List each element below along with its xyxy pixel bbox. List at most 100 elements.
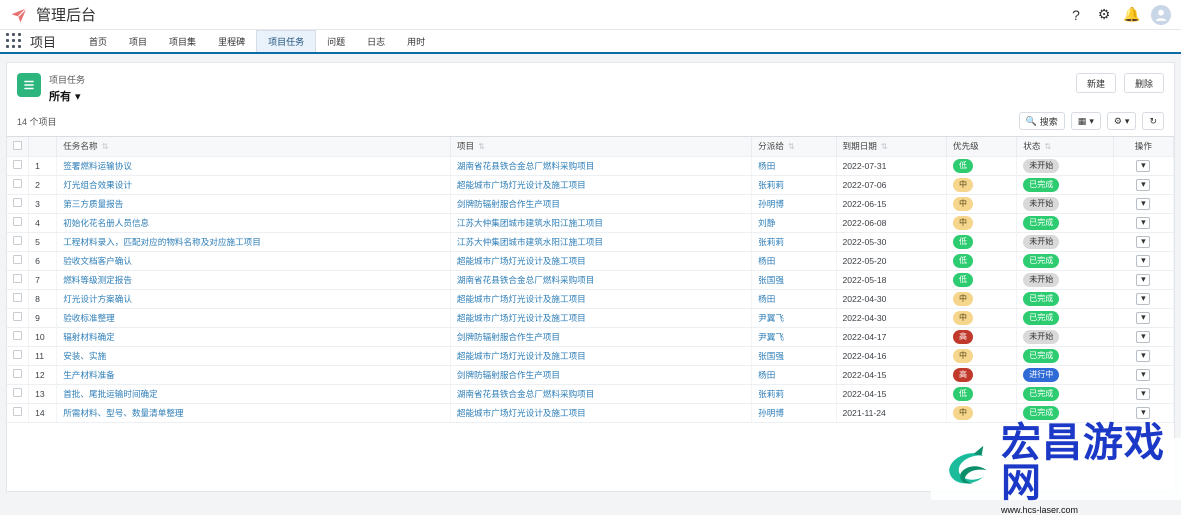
- table-row[interactable]: 13 首批、尾批运输时间确定 湖南省花县铁合金总厂燃料采购项目 张莉莉 2022…: [7, 384, 1174, 403]
- columns-button[interactable]: ▦ ▾: [1071, 112, 1101, 130]
- tab-issues[interactable]: 问题: [316, 30, 356, 52]
- project-link[interactable]: 湖南省花县铁合金总厂燃料采购项目: [457, 389, 595, 399]
- assignee-link[interactable]: 张莉莉: [758, 389, 784, 399]
- assignee-link[interactable]: 刘静: [758, 218, 775, 228]
- project-link[interactable]: 超能城市广场灯光设计及施工项目: [457, 294, 586, 304]
- row-checkbox[interactable]: [13, 331, 22, 340]
- row-checkbox[interactable]: [13, 407, 22, 416]
- task-link[interactable]: 燃料等级测定报告: [63, 275, 132, 285]
- help-icon[interactable]: ?: [1067, 6, 1085, 24]
- tab-milestones[interactable]: 里程碑: [207, 30, 256, 52]
- row-checkbox[interactable]: [13, 255, 22, 264]
- assignee-link[interactable]: 尹翼飞: [758, 332, 784, 342]
- task-link[interactable]: 初始化花名册人员信息: [63, 218, 149, 228]
- row-action-dropdown[interactable]: ▾: [1136, 369, 1150, 381]
- gear-icon[interactable]: ⚙: [1095, 6, 1113, 24]
- assignee-link[interactable]: 张国强: [758, 275, 784, 285]
- row-action-dropdown[interactable]: ▾: [1136, 274, 1150, 286]
- assignee-link[interactable]: 杨田: [758, 256, 775, 266]
- assignee-link[interactable]: 张莉莉: [758, 180, 784, 190]
- row-action-dropdown[interactable]: ▾: [1136, 236, 1150, 248]
- task-link[interactable]: 生产材料准备: [63, 370, 115, 380]
- assignee-link[interactable]: 杨田: [758, 161, 775, 171]
- tab-projects[interactable]: 项目: [118, 30, 158, 52]
- bell-icon[interactable]: 🔔: [1123, 6, 1141, 24]
- tab-time[interactable]: 用时: [396, 30, 436, 52]
- project-link[interactable]: 湖南省花县铁合金总厂燃料采购项目: [457, 161, 595, 171]
- row-checkbox[interactable]: [13, 160, 22, 169]
- project-link[interactable]: 湖南省花县铁合金总厂燃料采购项目: [457, 275, 595, 285]
- project-link[interactable]: 超能城市广场灯光设计及施工项目: [457, 256, 586, 266]
- refresh-button[interactable]: ↻: [1142, 112, 1164, 130]
- table-row[interactable]: 1 签署燃料运输协议 湖南省花县铁合金总厂燃料采购项目 杨田 2022-07-3…: [7, 156, 1174, 175]
- assignee-link[interactable]: 张国强: [758, 351, 784, 361]
- delete-button[interactable]: 删除: [1124, 73, 1164, 93]
- project-link[interactable]: 剑牌防辐射服合作生产项目: [457, 332, 560, 342]
- row-checkbox[interactable]: [13, 236, 22, 245]
- settings-button[interactable]: ⚙ ▾: [1107, 112, 1137, 130]
- table-row[interactable]: 9 验收标准整理 超能城市广场灯光设计及施工项目 尹翼飞 2022-04-30 …: [7, 308, 1174, 327]
- row-action-dropdown[interactable]: ▾: [1136, 293, 1150, 305]
- row-checkbox[interactable]: [13, 274, 22, 283]
- project-link[interactable]: 江苏大仲集团城市建筑水阳江施工项目: [457, 218, 603, 228]
- table-row[interactable]: 7 燃料等级测定报告 湖南省花县铁合金总厂燃料采购项目 张国强 2022-05-…: [7, 270, 1174, 289]
- project-link[interactable]: 超能城市广场灯光设计及施工项目: [457, 180, 586, 190]
- new-button[interactable]: 新建: [1076, 73, 1116, 93]
- row-checkbox[interactable]: [13, 179, 22, 188]
- table-row[interactable]: 3 第三方质量报告 剑牌防辐射服合作生产项目 孙明博 2022-06-15 中 …: [7, 194, 1174, 213]
- task-link[interactable]: 签署燃料运输协议: [63, 161, 132, 171]
- list-view-selector[interactable]: 所有 ▾: [49, 88, 85, 104]
- assignee-link[interactable]: 杨田: [758, 370, 775, 380]
- row-action-dropdown[interactable]: ▾: [1136, 407, 1150, 419]
- row-checkbox[interactable]: [13, 312, 22, 321]
- header-task-name[interactable]: 任务名称⇅: [57, 137, 451, 156]
- project-link[interactable]: 超能城市广场灯光设计及施工项目: [457, 408, 586, 418]
- row-action-dropdown[interactable]: ▾: [1136, 388, 1150, 400]
- task-link[interactable]: 验收文档客户确认: [63, 256, 132, 266]
- row-checkbox[interactable]: [13, 217, 22, 226]
- row-action-dropdown[interactable]: ▾: [1136, 160, 1150, 172]
- task-link[interactable]: 工程材料录入，匹配对应的物料名称及对应施工项目: [63, 237, 261, 247]
- avatar[interactable]: [1151, 5, 1171, 25]
- assignee-link[interactable]: 杨田: [758, 294, 775, 304]
- assignee-link[interactable]: 孙明博: [758, 199, 784, 209]
- table-row[interactable]: 10 辐射材料确定 剑牌防辐射服合作生产项目 尹翼飞 2022-04-17 高 …: [7, 327, 1174, 346]
- table-row[interactable]: 6 验收文档客户确认 超能城市广场灯光设计及施工项目 杨田 2022-05-20…: [7, 251, 1174, 270]
- tab-project-sets[interactable]: 项目集: [158, 30, 207, 52]
- table-row[interactable]: 4 初始化花名册人员信息 江苏大仲集团城市建筑水阳江施工项目 刘静 2022-0…: [7, 213, 1174, 232]
- row-action-dropdown[interactable]: ▾: [1136, 312, 1150, 324]
- tab-logs[interactable]: 日志: [356, 30, 396, 52]
- project-link[interactable]: 超能城市广场灯光设计及施工项目: [457, 351, 586, 361]
- table-row[interactable]: 14 所需材料、型号、数量清单整理 超能城市广场灯光设计及施工项目 孙明博 20…: [7, 403, 1174, 422]
- task-link[interactable]: 所需材料、型号、数量清单整理: [63, 408, 183, 418]
- task-link[interactable]: 辐射材料确定: [63, 332, 115, 342]
- project-link[interactable]: 剑牌防辐射服合作生产项目: [457, 199, 560, 209]
- header-assignee[interactable]: 分派给⇅: [752, 137, 836, 156]
- table-row[interactable]: 2 灯光组合效果设计 超能城市广场灯光设计及施工项目 张莉莉 2022-07-0…: [7, 175, 1174, 194]
- header-project[interactable]: 项目⇅: [450, 137, 751, 156]
- table-row[interactable]: 11 安装、实施 超能城市广场灯光设计及施工项目 张国强 2022-04-16 …: [7, 346, 1174, 365]
- row-action-dropdown[interactable]: ▾: [1136, 255, 1150, 267]
- assignee-link[interactable]: 张莉莉: [758, 237, 784, 247]
- header-priority[interactable]: 优先级: [946, 137, 1016, 156]
- table-row[interactable]: 12 生产材料准备 剑牌防辐射服合作生产项目 杨田 2022-04-15 高 进…: [7, 365, 1174, 384]
- tab-home[interactable]: 首页: [78, 30, 118, 52]
- task-link[interactable]: 验收标准整理: [63, 313, 115, 323]
- row-action-dropdown[interactable]: ▾: [1136, 179, 1150, 191]
- row-action-dropdown[interactable]: ▾: [1136, 217, 1150, 229]
- row-checkbox[interactable]: [13, 369, 22, 378]
- row-checkbox[interactable]: [13, 388, 22, 397]
- row-action-dropdown[interactable]: ▾: [1136, 350, 1150, 362]
- row-checkbox[interactable]: [13, 293, 22, 302]
- project-link[interactable]: 超能城市广场灯光设计及施工项目: [457, 313, 586, 323]
- row-action-dropdown[interactable]: ▾: [1136, 198, 1150, 210]
- row-action-dropdown[interactable]: ▾: [1136, 331, 1150, 343]
- row-checkbox[interactable]: [13, 198, 22, 207]
- search-button[interactable]: 🔍 搜索: [1019, 112, 1065, 130]
- task-link[interactable]: 灯光设计方案确认: [63, 294, 132, 304]
- apps-grid-icon[interactable]: [6, 33, 22, 49]
- task-link[interactable]: 首批、尾批运输时间确定: [63, 389, 158, 399]
- task-link[interactable]: 灯光组合效果设计: [63, 180, 132, 190]
- row-checkbox[interactable]: [13, 350, 22, 359]
- select-all-checkbox[interactable]: [13, 141, 22, 150]
